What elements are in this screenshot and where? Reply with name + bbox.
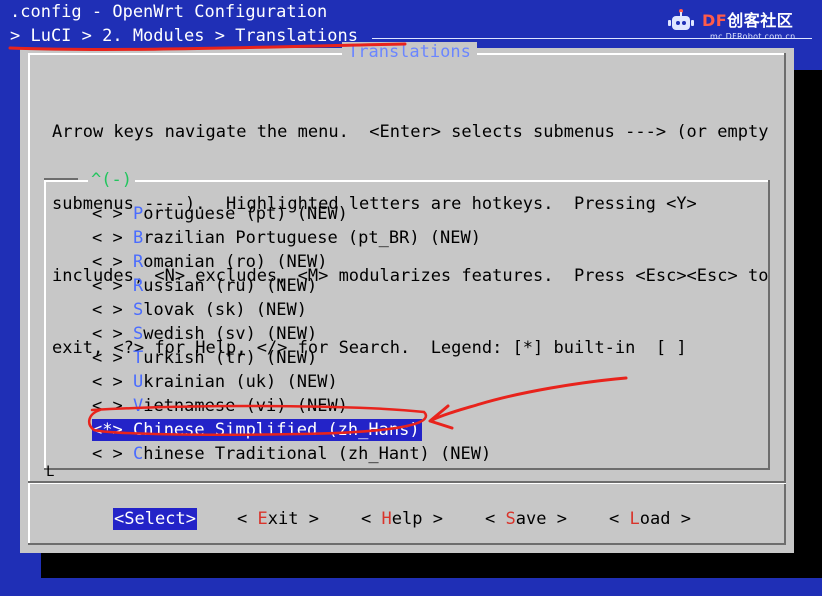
- menu-item-label: omanian (ro) (NEW): [143, 252, 328, 272]
- menu-border: [44, 468, 770, 470]
- menu-item-checkbox[interactable]: < >: [92, 300, 123, 320]
- exit-button[interactable]: < Exit >: [237, 508, 319, 530]
- button-label: elp: [391, 509, 423, 529]
- load-button[interactable]: < Load >: [609, 508, 691, 530]
- menu-item-hotkey: R: [132, 252, 144, 272]
- window-title: .config - OpenWrt Configuration: [10, 2, 328, 22]
- menu-list[interactable]: ^(-) L < > Portuguese (pt) (NEW) < > Braz…: [44, 170, 770, 480]
- save-button[interactable]: < Save >: [485, 508, 567, 530]
- button-bracket: >: [546, 509, 567, 529]
- help-button[interactable]: < Help >: [361, 508, 443, 530]
- watermark-logo: DF创客社区 mc.DFRobot.com.cn: [666, 6, 806, 48]
- menu-border: [44, 180, 46, 470]
- watermark-url: mc.DFRobot.com.cn: [710, 32, 796, 41]
- button-bracket: <: [361, 509, 382, 529]
- menu-item-label: razilian Portuguese (pt_BR) (NEW): [143, 228, 481, 248]
- menu-item-label: lovak (sk) (NEW): [143, 300, 307, 320]
- button-hotkey: E: [257, 509, 268, 529]
- watermark-brand: DF创客社区: [702, 11, 794, 30]
- menu-item-label: urkish (tr) (NEW): [143, 348, 318, 368]
- button-bracket: >: [298, 509, 319, 529]
- menu-item-label: ussian (ru) (NEW): [143, 276, 318, 296]
- menu-item-checkbox[interactable]: < >: [92, 228, 123, 248]
- menu-item-checkbox[interactable]: < >: [92, 372, 123, 392]
- dialog-border: [28, 543, 786, 545]
- menu-item[interactable]: < > Vietnamese (vi) (NEW): [92, 395, 350, 417]
- menu-item-checkbox[interactable]: < >: [92, 348, 123, 368]
- menu-border: [768, 180, 770, 470]
- button-bracket: >: [670, 509, 691, 529]
- menu-item-hotkey: B: [132, 228, 144, 248]
- menu-item-hotkey: R: [132, 276, 144, 296]
- menu-item-hotkey: T: [132, 348, 144, 368]
- menu-item-hotkey: S: [132, 300, 144, 320]
- button-hotkey: H: [381, 509, 392, 529]
- button-bracket: <: [609, 509, 630, 529]
- button-hotkey: S: [505, 509, 516, 529]
- button-label: oad: [639, 509, 671, 529]
- menu-item-checkbox[interactable]: < >: [92, 276, 123, 296]
- menu-item[interactable]: < > Ukrainian (uk) (NEW): [92, 371, 340, 393]
- menu-item-hotkey: U: [132, 372, 144, 392]
- breadcrumb: > LuCI > 2. Modules > Translations: [10, 26, 358, 46]
- scroll-up-indicator: ^(-): [88, 170, 135, 190]
- menu-item-checkbox[interactable]: < >: [92, 396, 123, 416]
- menu-item-checkbox[interactable]: <*>: [92, 420, 123, 440]
- menu-item[interactable]: < > Swedish (sv) (NEW): [92, 323, 319, 345]
- menu-item-checkbox[interactable]: < >: [92, 252, 123, 272]
- menu-item-hotkey: C: [132, 420, 144, 440]
- menu-item[interactable]: < > Brazilian Portuguese (pt_BR) (NEW): [92, 227, 483, 249]
- help-line: Arrow keys navigate the menu. <Enter> se…: [52, 122, 769, 142]
- menu-item-hotkey: P: [132, 204, 144, 224]
- button-bracket: <: [485, 509, 506, 529]
- menu-item-label: wedish (sv) (NEW): [143, 324, 318, 344]
- menu-item-hotkey: V: [132, 396, 144, 416]
- menu-item-label: hinese Simplified (zh_Hans): [143, 420, 420, 440]
- dialog-border: [28, 53, 30, 545]
- menu-item[interactable]: < > Portuguese (pt) (NEW): [92, 203, 350, 225]
- menu-item-checkbox[interactable]: < >: [92, 324, 123, 344]
- menu-item-label: ortuguese (pt) (NEW): [143, 204, 348, 224]
- breadcrumb-text: > LuCI > 2. Modules > Translations: [10, 26, 358, 46]
- button-hotkey: L: [629, 509, 640, 529]
- menu-item-checkbox[interactable]: < >: [92, 444, 123, 464]
- menu-item-label: krainian (uk) (NEW): [143, 372, 338, 392]
- menu-item-hotkey: C: [132, 444, 144, 464]
- dialog-title: Translations: [342, 42, 477, 62]
- menu-border: [44, 178, 78, 180]
- button-bracket: >: [185, 509, 196, 529]
- button-label: xit: [267, 509, 299, 529]
- menu-item[interactable]: < > Slovak (sk) (NEW): [92, 299, 309, 321]
- menu-item-label: hinese Traditional (zh_Hant) (NEW): [143, 444, 492, 464]
- menu-item-selected[interactable]: <*> Chinese Simplified (zh_Hans): [92, 419, 422, 441]
- menu-item[interactable]: < > Russian (ru) (NEW): [92, 275, 319, 297]
- dialog-border: [784, 53, 786, 545]
- menu-item[interactable]: < > Chinese Traditional (zh_Hant) (NEW): [92, 443, 493, 465]
- button-hotkey: S: [124, 509, 135, 529]
- menu-item[interactable]: < > Turkish (tr) (NEW): [92, 347, 319, 369]
- button-label: elect: [134, 509, 186, 529]
- menu-item[interactable]: < > Romanian (ro) (NEW): [92, 251, 329, 273]
- button-bracket: <: [114, 509, 125, 529]
- menu-border: [44, 180, 770, 182]
- menu-corner-mark: L: [46, 464, 55, 480]
- button-separator: [28, 483, 786, 484]
- robot-icon: [668, 9, 694, 30]
- button-bracket: <: [237, 509, 258, 529]
- menu-item-hotkey: S: [132, 324, 144, 344]
- select-button[interactable]: <Select>: [113, 508, 197, 530]
- button-label: ave: [515, 509, 547, 529]
- button-bracket: >: [422, 509, 443, 529]
- menu-item-checkbox[interactable]: < >: [92, 204, 123, 224]
- menuconfig-dialog: Translations Arrow keys navigate the men…: [20, 42, 794, 553]
- menu-item-label: ietnamese (vi) (NEW): [143, 396, 348, 416]
